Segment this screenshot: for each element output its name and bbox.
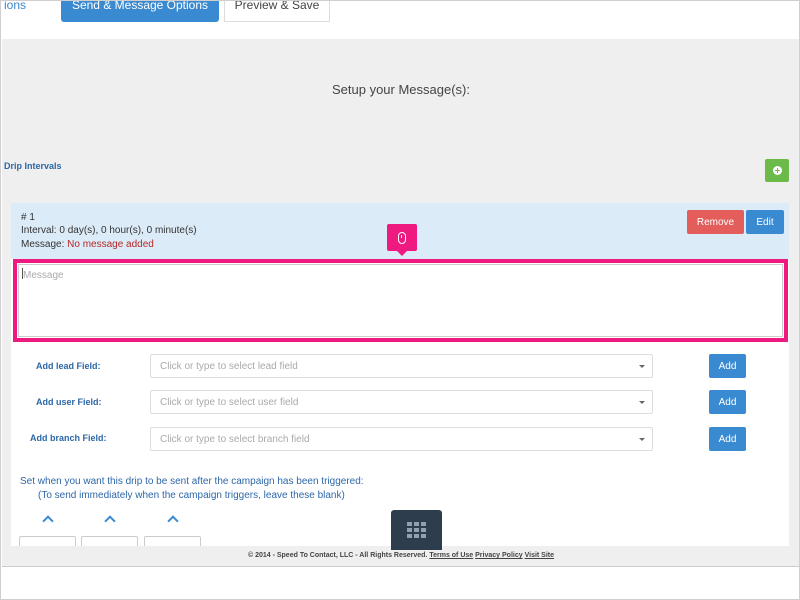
- wizard-tabs: ions Send & Message Options Preview & Sa…: [2, 1, 799, 39]
- interval-message: Message: No message added: [21, 239, 154, 250]
- page-title: Setup your Message(s):: [331, 82, 470, 97]
- click-indicator-badge: [387, 224, 417, 256]
- tab-send-message-options[interactable]: Send & Message Options: [61, 1, 219, 22]
- branch-field-select[interactable]: Click or type to select branch field: [150, 427, 653, 451]
- lead-field-select[interactable]: Click or type to select lead field: [150, 354, 653, 378]
- plus-circle-icon: [772, 166, 782, 175]
- text-caret: [22, 268, 23, 279]
- add-lead-field-button[interactable]: Add: [709, 354, 746, 378]
- message-status: No message added: [67, 239, 154, 250]
- chevron-down-icon: [639, 401, 645, 404]
- chevron-down-icon: [639, 438, 645, 441]
- chevron-down-icon: [639, 365, 645, 368]
- edit-button[interactable]: Edit: [746, 210, 784, 234]
- app-frame: ions Send & Message Options Preview & Sa…: [0, 0, 800, 600]
- drip-intervals-label: Drip Intervals: [4, 161, 62, 171]
- visit-site-link[interactable]: Visit Site: [525, 552, 554, 559]
- message-prefix: Message:: [21, 239, 65, 250]
- branch-field-label: Add branch Field:: [30, 433, 107, 443]
- mouse-icon: [398, 231, 406, 244]
- interval-text: Interval: 0 day(s), 0 hour(s), 0 minute(…: [21, 225, 197, 236]
- message-field-highlight: [13, 259, 788, 342]
- branch-field-placeholder: Click or type to select branch field: [160, 434, 310, 445]
- add-branch-field-button[interactable]: Add: [709, 427, 746, 451]
- add-interval-button[interactable]: [765, 159, 789, 182]
- remove-button[interactable]: Remove: [687, 210, 744, 234]
- interval-number: # 1: [21, 212, 35, 223]
- privacy-link[interactable]: Privacy Policy: [475, 552, 522, 559]
- terms-link[interactable]: Terms of Use: [429, 552, 473, 559]
- tab-preview-save[interactable]: Preview & Save: [224, 1, 330, 22]
- tab-previous[interactable]: ions: [4, 1, 34, 22]
- lead-field-placeholder: Click or type to select lead field: [160, 361, 298, 372]
- grid-icon[interactable]: [391, 510, 442, 550]
- timing-note: Set when you want this drip to be sent a…: [20, 476, 364, 487]
- add-user-field-button[interactable]: Add: [709, 390, 746, 414]
- user-field-placeholder: Click or type to select user field: [160, 397, 299, 408]
- footer-copyright: © 2014 - Speed To Contact, LLC - All Rig…: [247, 552, 428, 559]
- user-field-select[interactable]: Click or type to select user field: [150, 390, 653, 414]
- timing-subnote: (To send immediately when the campaign t…: [38, 490, 345, 501]
- lead-field-label: Add lead Field:: [36, 361, 101, 371]
- bottom-bar: [2, 566, 799, 599]
- user-field-label: Add user Field:: [36, 397, 102, 407]
